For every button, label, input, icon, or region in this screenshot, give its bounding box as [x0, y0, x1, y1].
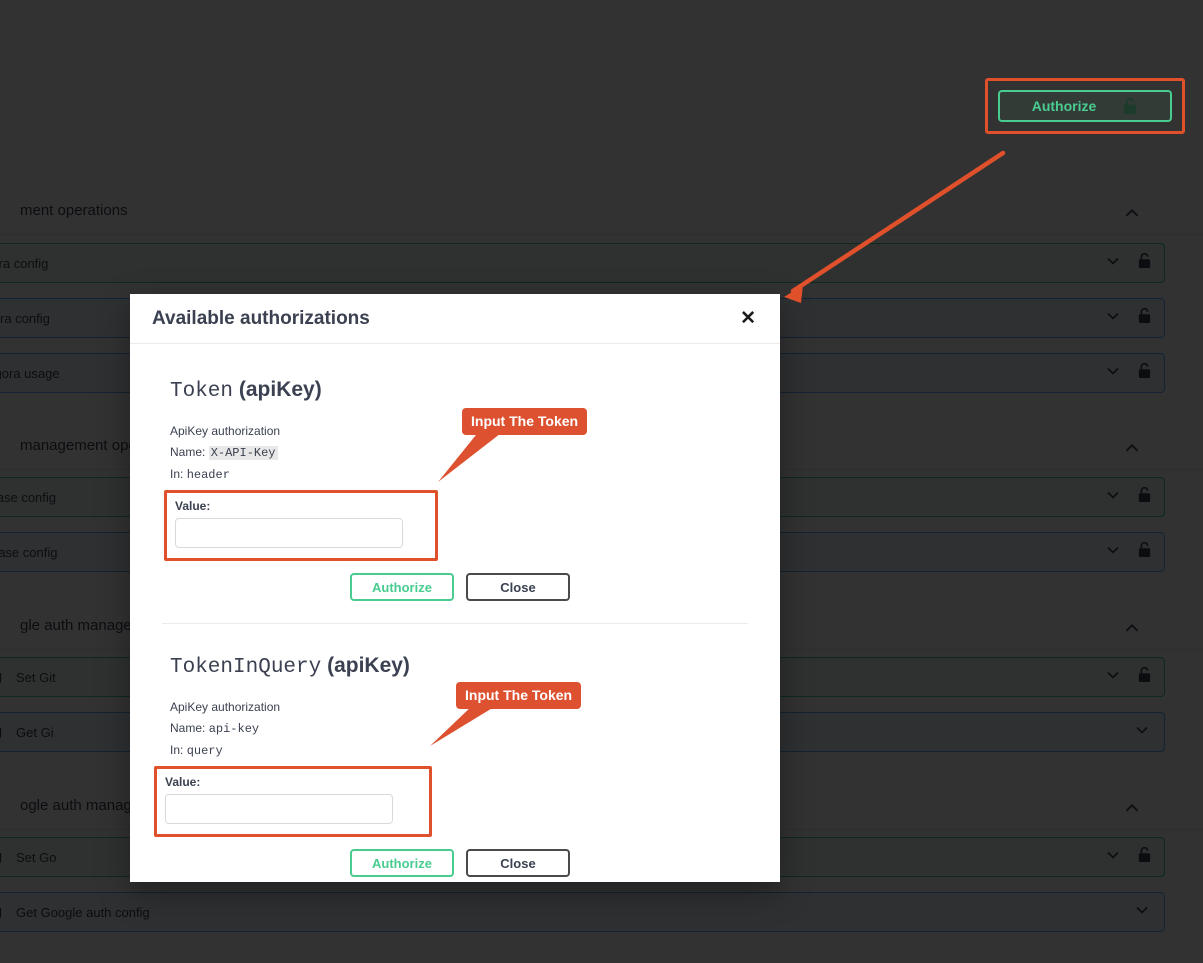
- auth-scheme-name: Token: [170, 380, 234, 403]
- value-label: Value:: [165, 775, 201, 789]
- close-button[interactable]: Close: [466, 573, 570, 601]
- modal-body: Token (apiKey) ApiKey authorization Name…: [130, 344, 780, 882]
- token-value-input[interactable]: [175, 518, 403, 548]
- token-in-query-value-input[interactable]: [165, 794, 393, 824]
- value-label: Value:: [175, 499, 211, 513]
- modal-header: Available authorizations ✕: [130, 294, 780, 344]
- auth-block-token-in-query: TokenInQuery (apiKey) ApiKey authorizati…: [150, 624, 760, 877]
- auth-scheme-name: TokenInQuery: [170, 656, 322, 679]
- auth-actions-2: Authorize Close: [150, 849, 760, 877]
- auth-description: ApiKey authorization: [170, 700, 281, 714]
- unlock-icon: [1122, 97, 1138, 115]
- auth-block-token: Token (apiKey) ApiKey authorization Name…: [150, 344, 760, 601]
- auth-name-value: X-API-Key: [208, 446, 278, 460]
- auth-in-label: In:: [170, 743, 184, 757]
- authorize-button-label: Authorize: [1031, 98, 1097, 114]
- authorize-button[interactable]: Authorize: [998, 90, 1172, 122]
- auth-actions-1: Authorize Close: [150, 573, 760, 601]
- auth-in-row: In: header: [170, 464, 760, 486]
- auth-name-row: Name: api-key: [170, 718, 760, 740]
- auth-name-label: Name:: [170, 721, 206, 735]
- close-icon[interactable]: ✕: [738, 309, 758, 328]
- page-title: Available authorizations: [152, 307, 370, 329]
- auth-name-value: api-key: [208, 722, 260, 736]
- auth-in-value: header: [186, 468, 230, 482]
- value-highlight-box-2: Value:: [154, 766, 432, 837]
- auth-meta: ApiKey authorization Name: X-API-Key In:…: [170, 421, 760, 486]
- authorize-highlight-box: Authorize: [985, 78, 1185, 134]
- auth-name-row: Name: X-API-Key: [170, 442, 760, 464]
- close-button[interactable]: Close: [466, 849, 570, 877]
- authorize-submit-button[interactable]: Authorize: [350, 849, 454, 877]
- auth-scheme-kind: (apiKey): [238, 378, 322, 401]
- auth-scheme-kind: (apiKey): [327, 654, 410, 677]
- auth-name-label: Name:: [170, 445, 206, 459]
- available-authorizations-modal: Available authorizations ✕ Token (apiKey…: [130, 294, 780, 882]
- auth-scheme-title: Token (apiKey): [170, 378, 760, 403]
- authorize-submit-button[interactable]: Authorize: [350, 573, 454, 601]
- auth-scheme-title: TokenInQuery (apiKey): [170, 654, 760, 679]
- auth-in-label: In:: [170, 467, 184, 481]
- auth-meta: ApiKey authorization Name: api-key In: q…: [170, 697, 760, 762]
- auth-in-value: query: [186, 744, 223, 758]
- auth-description: ApiKey authorization: [170, 424, 281, 438]
- value-highlight-box-1: Value:: [164, 490, 438, 561]
- auth-in-row: In: query: [170, 740, 760, 762]
